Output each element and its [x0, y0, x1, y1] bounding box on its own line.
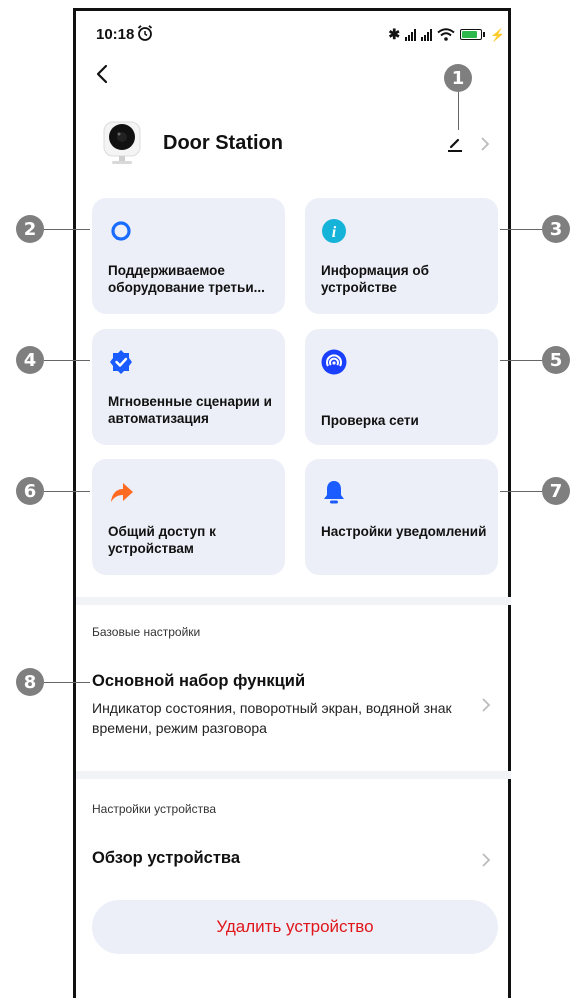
info-icon: i: [322, 219, 346, 243]
status-bar: 10:18 ✱ ⚡: [96, 25, 511, 46]
card-device-info[interactable]: i Информация об устройстве: [305, 198, 498, 314]
callout-6: 6: [16, 477, 44, 505]
callout-line-4: [44, 360, 90, 361]
row-device-overview[interactable]: Обзор устройства: [76, 840, 511, 880]
signal-icon: [405, 28, 417, 41]
card-network-check[interactable]: Проверка сети: [305, 329, 498, 445]
card-label: Проверка сети: [321, 413, 419, 428]
card-label: Общий доступ к устройствам: [108, 524, 216, 556]
chevron-right-icon: [482, 698, 491, 712]
card-label: Информация об устройстве: [321, 263, 429, 295]
card-label: Поддерживаемое оборудование третьи...: [108, 263, 265, 295]
alexa-ring-icon: [111, 221, 131, 241]
section-title-device: Настройки устройства: [92, 802, 216, 816]
chevron-right-icon: [482, 853, 491, 867]
callout-line-8: [44, 682, 90, 683]
device-title: Door Station: [163, 132, 283, 154]
network-signal-icon: [321, 349, 347, 375]
bell-icon: [324, 481, 344, 504]
callout-3: 3: [542, 215, 570, 243]
card-label: Настройки уведомлений: [321, 524, 487, 539]
card-third-party-devices[interactable]: Поддерживаемое оборудование третьи...: [92, 198, 285, 314]
row-basic-functions[interactable]: Основной набор функций Индикатор состоян…: [76, 660, 511, 750]
callout-line-5: [500, 360, 542, 361]
row-subtitle: Индикатор состояния, поворотный экран, в…: [92, 700, 452, 736]
chevron-right-icon[interactable]: [478, 134, 492, 154]
row-title: Обзор устройства: [92, 849, 241, 867]
callout-4: 4: [16, 346, 44, 374]
row-title: Основной набор функций: [92, 672, 306, 690]
callout-7: 7: [542, 477, 570, 505]
charging-icon: ⚡: [490, 27, 505, 42]
back-arrow-icon[interactable]: [93, 62, 113, 86]
section-divider: [76, 771, 511, 779]
bluetooth-icon: ✱: [388, 26, 401, 42]
card-scenes-automation[interactable]: Мгновенные сценарии и автоматизация: [92, 329, 285, 445]
callout-line-3: [500, 229, 542, 230]
device-camera-image: [103, 121, 141, 164]
status-time: 10:18: [96, 26, 135, 43]
callout-5: 5: [542, 346, 570, 374]
card-label: Мгновенные сценарии и автоматизация: [108, 394, 272, 426]
share-arrow-icon: [111, 483, 133, 502]
edit-pencil-icon[interactable]: [445, 134, 465, 154]
callout-line-2: [44, 229, 90, 230]
section-title-basic: Базовые настройки: [92, 625, 201, 639]
delete-device-button[interactable]: Удалить устройство: [92, 900, 498, 954]
callout-line-1: [458, 92, 459, 130]
wifi-icon: [437, 28, 455, 41]
callout-2: 2: [16, 215, 44, 243]
callout-line-7: [500, 491, 542, 492]
callout-8: 8: [16, 668, 44, 696]
shield-check-icon: [110, 350, 132, 374]
card-notification-settings[interactable]: Настройки уведомлений: [305, 459, 498, 575]
signal-icon-2: [421, 28, 433, 41]
alarm-icon: [137, 25, 153, 41]
callout-line-6: [44, 491, 90, 492]
callout-1: 1: [444, 64, 472, 92]
section-divider: [76, 597, 511, 605]
svg-text:i: i: [332, 224, 337, 241]
card-device-sharing[interactable]: Общий доступ к устройствам: [92, 459, 285, 575]
battery-icon: [460, 29, 486, 40]
